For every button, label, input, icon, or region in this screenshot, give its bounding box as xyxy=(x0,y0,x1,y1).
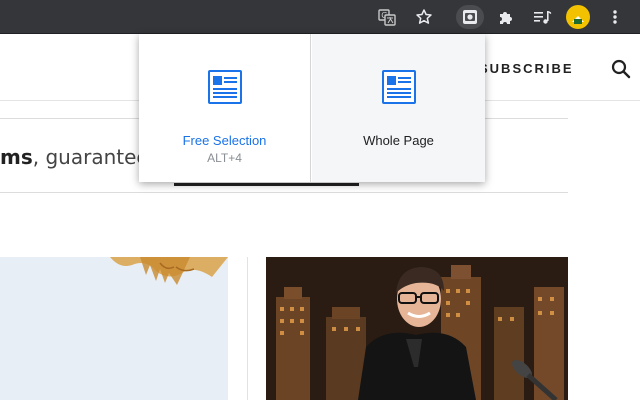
tagline: ms, guaranteed xyxy=(0,145,161,169)
more-menu-icon[interactable] xyxy=(603,5,627,29)
tagline-bold: ms xyxy=(0,145,33,169)
whole-page-option[interactable]: Whole Page xyxy=(312,34,485,182)
article-image-right[interactable] xyxy=(266,257,568,400)
article-image-left[interactable] xyxy=(0,257,228,400)
free-selection-shortcut: ALT+4 xyxy=(207,151,242,165)
whole-page-document-icon xyxy=(381,70,416,104)
column-divider xyxy=(247,257,248,400)
bookmark-star-icon[interactable] xyxy=(412,5,436,29)
screenshot-extension-icon[interactable] xyxy=(456,5,484,29)
whole-page-label: Whole Page xyxy=(363,133,434,148)
translate-icon[interactable]: G xyxy=(375,5,399,29)
extensions-puzzle-icon[interactable] xyxy=(494,5,518,29)
free-selection-option[interactable]: Free Selection ALT+4 xyxy=(139,34,311,182)
search-icon[interactable] xyxy=(611,59,631,79)
active-underline xyxy=(174,183,359,186)
subscribe-link[interactable]: SUBSCRIBE xyxy=(479,61,574,76)
free-selection-document-icon xyxy=(207,70,242,104)
profile-avatar[interactable] xyxy=(566,5,590,29)
divider xyxy=(0,192,568,193)
browser-toolbar: G xyxy=(0,0,640,34)
media-control-icon[interactable] xyxy=(530,5,554,29)
free-selection-label: Free Selection xyxy=(182,133,267,148)
capture-mode-popup: Free Selection ALT+4 Whole Page xyxy=(139,34,485,182)
